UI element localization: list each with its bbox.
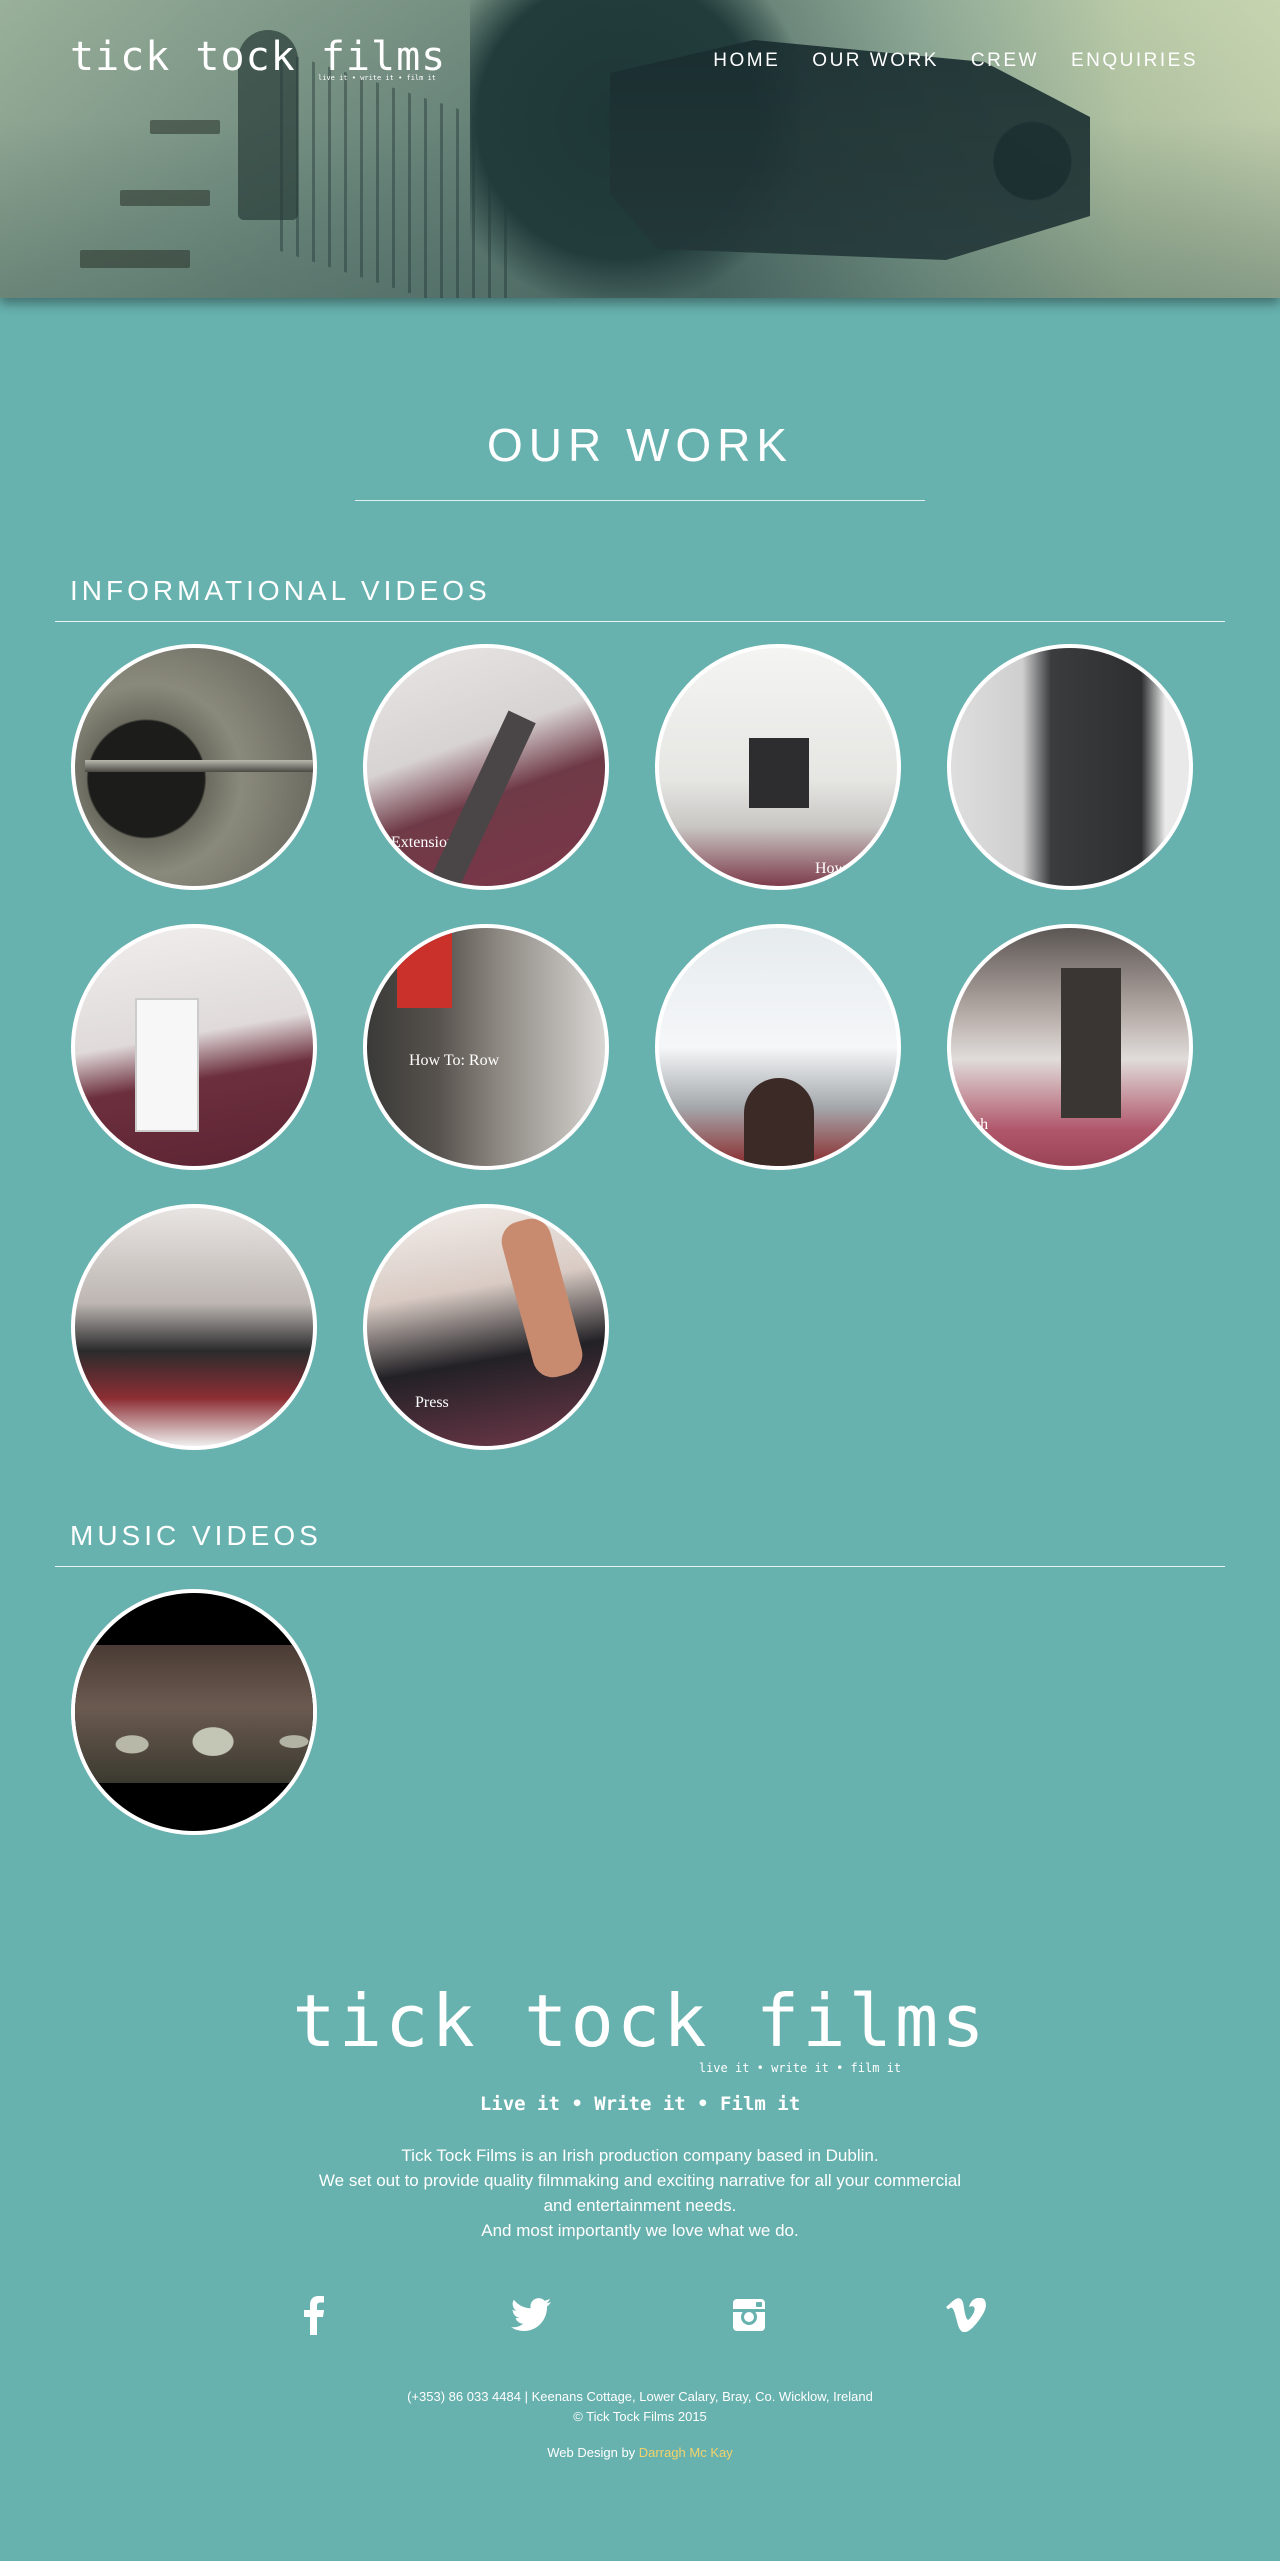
main-content: OUR WORK INFORMATIONAL VIDEOS Extension … (0, 418, 1280, 1835)
music-video-thumbnail[interactable] (71, 1589, 317, 1835)
video-thumbnail[interactable]: Press (363, 1204, 609, 1450)
video-thumbnail[interactable]: nch (947, 924, 1193, 1170)
about-line: We set out to provide quality filmmaking… (318, 2171, 962, 2190)
video-caption: How To: Row (409, 1052, 500, 1069)
nav-home[interactable]: HOME (713, 50, 780, 72)
footer-logo: tick tock films (292, 1979, 988, 2063)
section-heading: INFORMATIONAL VIDEOS (70, 575, 491, 606)
about-line: Tick Tock Films is an Irish production c… (401, 2146, 879, 2165)
contact-line: (+353) 86 033 4484 | Keenans Cottage, Lo… (407, 2389, 873, 2404)
video-grid (55, 1589, 1225, 1835)
video-thumbnail[interactable]: How To: Row (363, 924, 609, 1170)
video-caption: Extension (391, 834, 455, 851)
vimeo-icon[interactable] (944, 2293, 988, 2337)
copyright: © Tick Tock Films 2015 (573, 2409, 707, 2424)
informational-videos-section: INFORMATIONAL VIDEOS Extension How How T… (55, 575, 1225, 1450)
video-thumbnail[interactable] (71, 644, 317, 890)
title-divider (355, 500, 925, 501)
video-caption: How (815, 860, 847, 877)
video-thumbnail[interactable] (655, 924, 901, 1170)
main-nav: HOME OUR WORK CREW ENQUIRIES (713, 50, 1198, 72)
credit-prefix: Web Design by (547, 2445, 639, 2460)
slogan: Live it • Write it • Film it (479, 2093, 801, 2115)
twitter-icon[interactable] (509, 2293, 553, 2337)
section-divider (55, 621, 1225, 622)
site-footer: tick tock films live it • write it • fil… (0, 1985, 1280, 2512)
page-title: OUR WORK (486, 419, 794, 471)
video-caption: Press (415, 1394, 449, 1411)
hero-bench (80, 250, 190, 268)
video-grid: Extension How How To: Row nch Press (55, 644, 1225, 1450)
music-videos-section: MUSIC VIDEOS (55, 1520, 1225, 1835)
about-line: And most importantly we love what we do. (481, 2221, 799, 2240)
video-thumbnail[interactable]: How (655, 644, 901, 890)
hero-camera (610, 40, 1090, 260)
video-thumbnail[interactable] (71, 1204, 317, 1450)
designer-link[interactable]: Darragh Mc Kay (639, 2445, 733, 2460)
about-text: Tick Tock Films is an Irish production c… (0, 2143, 1280, 2243)
about-line: and entertainment needs. (543, 2196, 737, 2215)
video-thumbnail[interactable]: Extension (363, 644, 609, 890)
design-credit: Web Design by Darragh Mc Kay (0, 2445, 1280, 2460)
video-caption: nch (965, 1116, 989, 1133)
section-divider (55, 1566, 1225, 1567)
social-links (260, 2293, 1020, 2337)
section-heading: MUSIC VIDEOS (70, 1520, 322, 1551)
footer-logo-tagline: live it • write it • film it (698, 2061, 902, 2075)
video-thumbnail[interactable] (947, 644, 1193, 890)
hero-bench (120, 190, 210, 206)
nav-enquiries[interactable]: ENQUIRIES (1071, 50, 1198, 72)
site-logo-tagline: live it • write it • film it (318, 74, 437, 82)
hero-bench (150, 120, 220, 134)
facebook-icon[interactable] (292, 2293, 336, 2337)
nav-our-work[interactable]: OUR WORK (812, 50, 939, 72)
nav-crew[interactable]: CREW (971, 50, 1039, 72)
contact-info: (+353) 86 033 4484 | Keenans Cottage, Lo… (0, 2387, 1280, 2427)
hero-header: tick tock films live it • write it • fil… (0, 0, 1280, 298)
video-thumbnail[interactable] (71, 924, 317, 1170)
instagram-icon[interactable] (727, 2293, 771, 2337)
